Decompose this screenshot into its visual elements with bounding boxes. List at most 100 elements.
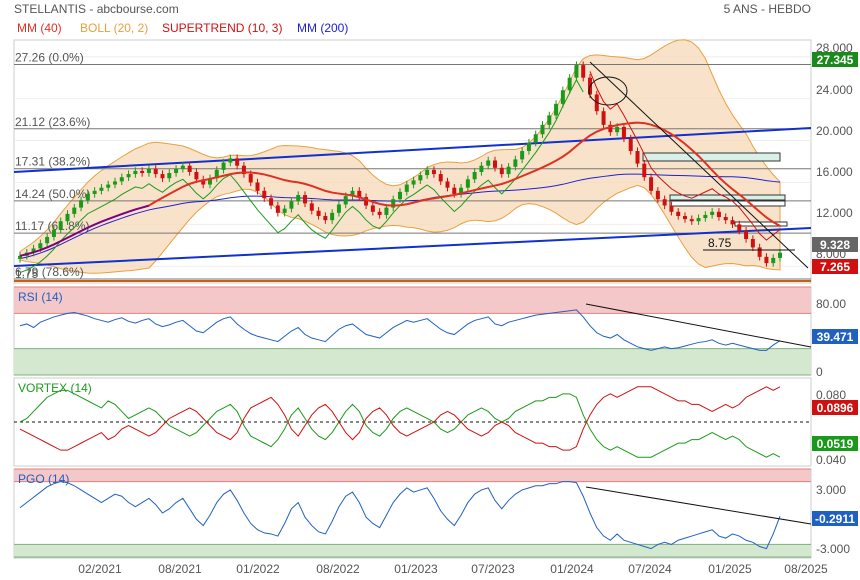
candle-body bbox=[703, 214, 708, 219]
candle-body bbox=[615, 126, 620, 133]
candle-body bbox=[65, 213, 70, 222]
zone-rect bbox=[642, 152, 781, 162]
candle-body bbox=[119, 177, 124, 182]
pgo-zone bbox=[14, 469, 811, 482]
candle-body bbox=[228, 158, 233, 163]
pgo-tag: -0.2911 bbox=[812, 511, 858, 526]
legend-mm40: MM (40) bbox=[17, 21, 62, 35]
candle-body bbox=[58, 221, 63, 230]
candle-body bbox=[716, 211, 721, 218]
candle-body bbox=[370, 205, 375, 212]
candle-body bbox=[533, 134, 538, 143]
candle-body bbox=[635, 151, 640, 164]
level-875-label: 8.75 bbox=[708, 236, 732, 250]
candle-body bbox=[567, 77, 572, 91]
candle-body bbox=[99, 187, 104, 191]
candle-body bbox=[194, 171, 199, 180]
candle-body bbox=[737, 224, 742, 231]
candle-body bbox=[418, 175, 423, 181]
xtick: 07/2023 bbox=[471, 562, 515, 576]
rsi-zone bbox=[14, 287, 811, 314]
candle-body bbox=[431, 169, 436, 175]
candle-body bbox=[180, 165, 185, 169]
candle-body bbox=[452, 187, 457, 194]
pgo-title: PGO (14) bbox=[18, 472, 69, 486]
candle-body bbox=[574, 65, 579, 78]
vortex-tag-plus-value: 0.0519 bbox=[817, 437, 854, 451]
rsi-title: RSI (14) bbox=[18, 290, 63, 304]
xtick: 01/2024 bbox=[550, 562, 594, 576]
candle-body bbox=[398, 191, 402, 200]
candle-body bbox=[79, 200, 84, 208]
candle-body bbox=[750, 239, 755, 248]
xtick: 07/2024 bbox=[628, 562, 672, 576]
price-tag-top-value: 27.345 bbox=[817, 53, 854, 67]
fib-level-label: 1.75 bbox=[15, 267, 39, 281]
candle-body bbox=[140, 170, 145, 174]
candle-body bbox=[771, 257, 776, 264]
price-tag-top: 27.345 bbox=[812, 52, 858, 67]
legend-boll: BOLL (20, 2) bbox=[80, 21, 148, 35]
candle-body bbox=[642, 163, 647, 178]
candle-body bbox=[506, 166, 511, 175]
candle-body bbox=[330, 212, 335, 221]
vortex-tag-plus: 0.0519 bbox=[812, 436, 858, 451]
candle-body bbox=[778, 252, 782, 258]
xtick: 01/2022 bbox=[236, 562, 280, 576]
vortex-ytick: 0.080 bbox=[816, 388, 846, 402]
chart-period: 5 ANS - HEBDO bbox=[724, 2, 811, 16]
chart-title: STELLANTIS - abcbourse.com bbox=[14, 2, 179, 16]
candle-body bbox=[133, 170, 138, 175]
candle-body bbox=[106, 184, 111, 188]
rsi-ytick: 0 bbox=[816, 365, 823, 379]
vortex-tag-minus-value: 0.0896 bbox=[817, 401, 854, 415]
candle-body bbox=[153, 168, 158, 175]
candle-body bbox=[92, 190, 97, 194]
candle-body bbox=[520, 151, 525, 160]
pgo-ytick: -3.000 bbox=[816, 542, 850, 556]
candle-body bbox=[262, 190, 267, 199]
price-tag-last-value: 9.328 bbox=[820, 238, 850, 252]
pgo-ytick: 3.000 bbox=[816, 483, 846, 497]
candle-body bbox=[309, 203, 314, 211]
candle-body bbox=[38, 243, 43, 249]
candle-body bbox=[540, 124, 545, 135]
candle-body bbox=[425, 169, 430, 176]
candle-body bbox=[662, 199, 667, 206]
candle-body bbox=[296, 195, 301, 202]
price-ytick: 12.000 bbox=[816, 206, 853, 220]
candle-body bbox=[316, 210, 321, 216]
zone-rect bbox=[669, 194, 786, 201]
candle-body bbox=[187, 165, 192, 172]
candle-body bbox=[465, 179, 470, 188]
candle-body bbox=[282, 208, 287, 213]
fib-level-label: 17.31 (38.2%) bbox=[15, 155, 90, 169]
candle-body bbox=[655, 190, 660, 200]
candle-body bbox=[723, 217, 728, 221]
candle-body bbox=[764, 256, 769, 264]
rsi-zone bbox=[14, 348, 811, 375]
candle-body bbox=[513, 159, 518, 167]
candle-body bbox=[669, 205, 674, 212]
legend-supertrend: SUPERTREND (10, 3) bbox=[162, 21, 282, 35]
fib-level-label: 27.26 (0.0%) bbox=[15, 50, 84, 64]
candle-body bbox=[72, 207, 77, 214]
candle-body bbox=[547, 115, 552, 125]
pgo-zone bbox=[14, 544, 811, 557]
price-ytick: 16.000 bbox=[816, 165, 853, 179]
candle-body bbox=[377, 211, 382, 215]
candle-body bbox=[248, 174, 253, 183]
candle-body bbox=[560, 90, 565, 104]
xtick: 08/2022 bbox=[316, 562, 360, 576]
candle-body bbox=[51, 229, 56, 237]
rsi-tag-value: 39.471 bbox=[817, 330, 854, 344]
candle-body bbox=[526, 142, 531, 152]
candle-body bbox=[438, 174, 443, 182]
candle-body bbox=[472, 171, 477, 180]
vortex-tag-minus: 0.0896 bbox=[812, 400, 858, 415]
xtick: 01/2023 bbox=[394, 562, 438, 576]
price-tag-last: 9.328 bbox=[812, 237, 858, 252]
candle-body bbox=[554, 103, 559, 116]
candle-body bbox=[221, 162, 226, 170]
candle-body bbox=[710, 211, 715, 215]
